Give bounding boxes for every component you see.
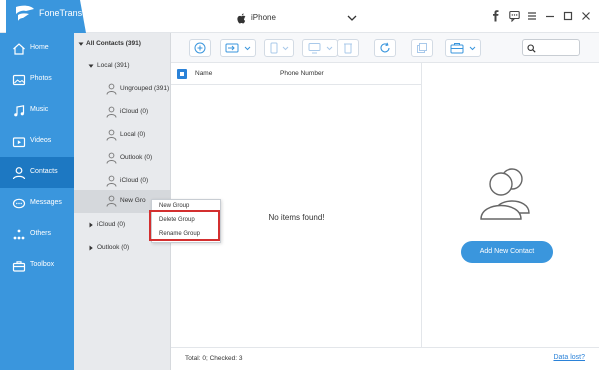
search-input[interactable] xyxy=(539,42,577,53)
device-transfer-button[interactable] xyxy=(302,39,338,57)
sidebar-item-label: Messages xyxy=(30,199,62,206)
person-icon xyxy=(106,83,117,95)
status-bar: Total: 0; Checked: 3 Data lost? xyxy=(171,347,599,370)
sidebar-item-label: Toolbox xyxy=(30,261,55,268)
tree-item-label: New Gro xyxy=(120,197,146,204)
tree-item-icloud-group[interactable]: iCloud (0) xyxy=(74,101,171,124)
music-icon xyxy=(14,105,25,117)
facebook-icon[interactable] xyxy=(491,10,501,22)
tree-item-label: iCloud (0) xyxy=(120,108,149,115)
tree-item-local[interactable]: Local (391) xyxy=(74,55,171,78)
import-icon xyxy=(225,43,251,53)
home-icon xyxy=(13,43,25,55)
tree-item-label: All Contacts (391) xyxy=(86,40,141,47)
refresh-icon xyxy=(380,42,390,53)
feedback-icon[interactable] xyxy=(509,10,520,23)
photos-icon xyxy=(12,74,26,86)
sidebar-item-label: Photos xyxy=(30,75,52,82)
delete-button[interactable] xyxy=(337,39,359,57)
caret-right-icon xyxy=(89,245,93,251)
sidebar-item-videos[interactable]: Videos xyxy=(0,126,74,157)
person-icon xyxy=(106,152,117,164)
export-button[interactable] xyxy=(264,39,294,57)
search-icon xyxy=(527,44,536,53)
duplicate-button[interactable] xyxy=(411,39,433,57)
sidebar-item-label: Contacts xyxy=(30,168,58,175)
device-name: iPhone xyxy=(251,13,276,22)
caret-right-icon xyxy=(89,222,93,228)
contact-detail: Add New Contact xyxy=(422,63,599,347)
add-icon xyxy=(194,42,206,54)
column-header-phone[interactable]: Phone Number xyxy=(280,70,324,77)
person-icon xyxy=(106,195,117,207)
sidebar-item-label: Videos xyxy=(30,137,52,144)
toolbox-icon xyxy=(12,261,26,272)
window-controls xyxy=(491,10,591,24)
toolbar xyxy=(171,33,599,63)
sidebar-item-toolbox[interactable]: Toolbox xyxy=(0,250,74,281)
tree-item-label: Local (0) xyxy=(120,131,146,138)
apple-icon xyxy=(237,13,246,24)
import-button[interactable] xyxy=(220,39,256,57)
duplicate-icon xyxy=(417,43,427,53)
tree-item-label: Local (391) xyxy=(97,62,130,69)
data-lost-link[interactable]: Data lost? xyxy=(553,354,585,361)
sidebar-item-contacts[interactable]: Contacts xyxy=(0,157,74,188)
tree-item-ungrouped[interactable]: Ungrouped (391) xyxy=(74,78,171,101)
device-selector[interactable]: iPhone xyxy=(234,11,359,25)
search-box[interactable] xyxy=(522,39,580,56)
person-icon xyxy=(106,129,117,141)
person-icon xyxy=(106,106,117,118)
status-text: Total: 0; Checked: 3 xyxy=(185,355,243,362)
sidebar-item-label: Home xyxy=(30,44,49,51)
sidebar: Home Photos Music Videos Contacts Messag… xyxy=(0,33,74,370)
sidebar-item-label: Others xyxy=(30,230,52,237)
sidebar-item-label: Music xyxy=(30,106,49,113)
select-all-checkbox[interactable] xyxy=(177,69,187,79)
menu-item-new-group[interactable]: New Group xyxy=(159,203,189,209)
person-icon xyxy=(106,175,117,187)
close-icon[interactable] xyxy=(581,10,591,22)
maximize-icon[interactable] xyxy=(563,10,573,22)
delete-icon xyxy=(344,43,352,54)
caret-down-icon xyxy=(78,42,84,46)
sidebar-item-photos[interactable]: Photos xyxy=(0,64,74,95)
contacts-icon xyxy=(12,167,26,180)
app-name: FoneTrans xyxy=(39,8,83,18)
column-header-name[interactable]: Name xyxy=(195,70,212,77)
list-header: Name Phone Number xyxy=(171,63,422,85)
tree-item-local-group[interactable]: Local (0) xyxy=(74,124,171,147)
sidebar-item-home[interactable]: Home xyxy=(0,33,74,64)
videos-icon xyxy=(12,137,26,148)
toolbox-icon xyxy=(450,43,476,54)
toolbox-button[interactable] xyxy=(445,39,481,57)
caret-down-icon xyxy=(88,64,94,68)
minimize-icon[interactable] xyxy=(545,10,555,22)
highlight-box xyxy=(149,210,220,241)
export-icon xyxy=(270,42,289,54)
menu-icon[interactable] xyxy=(527,10,537,22)
others-icon xyxy=(13,229,25,240)
refresh-button[interactable] xyxy=(374,39,396,57)
tree-item-label: Outlook (0) xyxy=(97,244,130,251)
tree-item-label: Outlook (0) xyxy=(120,154,153,161)
tree-item-label: iCloud (0) xyxy=(120,177,149,184)
sidebar-item-others[interactable]: Others xyxy=(0,219,74,250)
sidebar-item-music[interactable]: Music xyxy=(0,95,74,126)
sidebar-item-messages[interactable]: Messages xyxy=(0,188,74,219)
tree-item-label: iCloud (0) xyxy=(97,221,126,228)
device-transfer-icon xyxy=(308,43,333,54)
title-bar: FoneTrans iPhone xyxy=(0,0,599,33)
tree-item-all-contacts[interactable]: All Contacts (391) xyxy=(74,33,171,56)
messages-icon xyxy=(12,198,26,209)
tree-item-outlook-group[interactable]: Outlook (0) xyxy=(74,147,171,170)
chevron-down-icon xyxy=(347,15,357,21)
contacts-placeholder-icon xyxy=(480,168,530,220)
add-new-contact-button[interactable]: Add New Contact xyxy=(461,241,553,263)
add-button[interactable] xyxy=(189,39,211,57)
app-logo: FoneTrans xyxy=(6,0,86,33)
tree-item-label: Ungrouped (391) xyxy=(120,85,170,92)
